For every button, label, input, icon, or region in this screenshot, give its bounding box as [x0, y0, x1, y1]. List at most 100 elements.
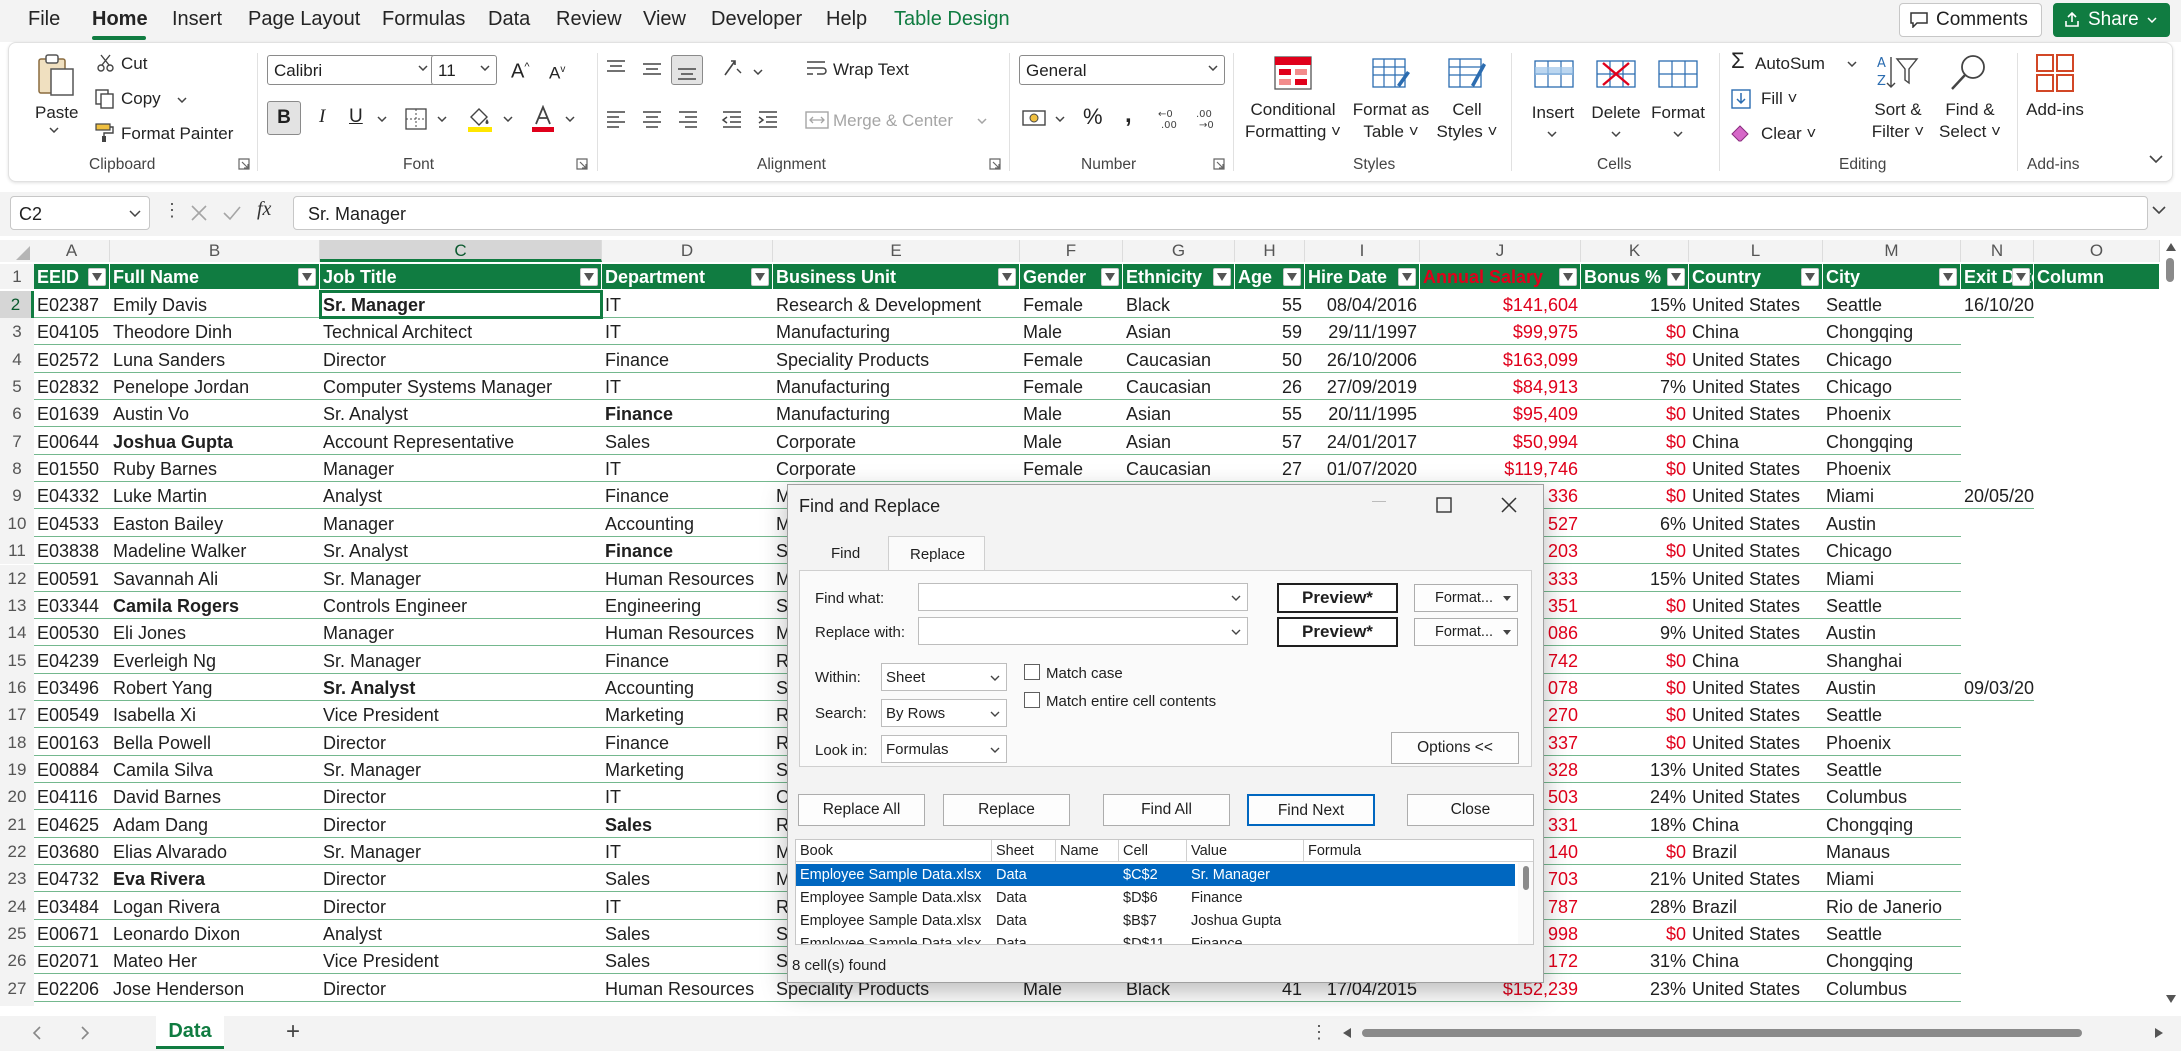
table-cell[interactable]: E04732 — [34, 865, 110, 893]
search-select[interactable]: By Rows — [881, 699, 1007, 727]
results-column-header[interactable]: Value — [1187, 840, 1304, 862]
table-cell[interactable]: Sr. Analyst — [320, 674, 602, 701]
results-column-header[interactable]: Name — [1056, 840, 1119, 862]
table-cell[interactable]: Chongqing — [1823, 428, 1961, 455]
table-cell[interactable]: Sales — [602, 865, 773, 893]
increase-indent-icon[interactable] — [757, 109, 779, 129]
table-cell[interactable]: 31% — [1581, 947, 1689, 975]
table-cell[interactable]: 55 — [1235, 291, 1305, 318]
table-cell[interactable]: $0 — [1581, 838, 1689, 865]
table-cell[interactable]: IT — [602, 783, 773, 811]
table-cell[interactable]: Asian — [1123, 318, 1235, 346]
table-cell[interactable]: Robert Yang — [110, 674, 320, 701]
dialog-launcher-icon[interactable] — [989, 158, 1001, 170]
collapse-ribbon-icon[interactable] — [2149, 155, 2163, 163]
delete-button[interactable]: Delete — [1583, 103, 1649, 123]
cell-styles-button[interactable]: Cell — [1435, 100, 1499, 120]
table-cell[interactable]: E04545 — [34, 1002, 110, 1006]
fill-color-icon[interactable] — [467, 105, 493, 133]
table-cell[interactable]: Chicago — [1823, 373, 1961, 401]
table-cell[interactable]: Camila Rogers — [110, 592, 320, 619]
row-header[interactable]: 11 — [0, 537, 34, 565]
table-cell[interactable]: 59 — [1235, 318, 1305, 346]
table-cell[interactable]: Director — [320, 346, 602, 373]
table-cell[interactable]: IT — [602, 893, 773, 920]
table-cell[interactable]: Abigail Mejia — [110, 1002, 320, 1006]
table-cell[interactable]: Theodore Dinh — [110, 318, 320, 346]
table-cell[interactable]: Engineering — [602, 1002, 773, 1006]
filter-dropdown-icon[interactable] — [1283, 268, 1301, 286]
table-cell[interactable]: Austin Vo — [110, 400, 320, 428]
chevron-down-icon[interactable] — [1231, 595, 1241, 601]
table-cell[interactable]: Chongqing — [1823, 811, 1961, 838]
table-cell[interactable]: Phoenix — [1823, 400, 1961, 428]
table-cell[interactable]: Manufacturing — [773, 373, 1020, 401]
table-cell[interactable]: Eva Rivera — [110, 865, 320, 893]
table-cell[interactable]: 21% — [1581, 865, 1689, 893]
column-header-i[interactable]: I — [1305, 240, 1420, 262]
row-header[interactable]: 8 — [0, 455, 34, 483]
chevron-down-icon[interactable] — [1611, 131, 1621, 137]
row-header[interactable]: 24 — [0, 892, 34, 921]
filter-dropdown-icon[interactable] — [1101, 268, 1119, 286]
table-cell[interactable]: United States — [1689, 565, 1823, 592]
table-cell[interactable]: E01550 — [34, 455, 110, 483]
table-cell[interactable]: Sr. Manager — [320, 291, 602, 318]
row-header[interactable]: 16 — [0, 673, 34, 702]
table-header-cell[interactable]: Gender — [1020, 264, 1123, 289]
menu-insert[interactable]: Insert — [172, 8, 222, 31]
table-cell[interactable]: Sr. Manager — [320, 756, 602, 783]
table-header-cell[interactable]: City — [1823, 264, 1961, 289]
table-cell[interactable]: 01/07/2020 — [1305, 455, 1420, 483]
table-cell[interactable]: E00163 — [34, 729, 110, 756]
table-cell[interactable]: Leonardo Dixon — [110, 920, 320, 948]
column-header-f[interactable]: F — [1020, 240, 1123, 262]
copy-button[interactable]: Copy — [121, 89, 161, 109]
wrap-text-button[interactable]: Wrap Text — [833, 60, 909, 80]
table-cell[interactable]: 26 — [1235, 373, 1305, 401]
menu-help[interactable]: Help — [826, 8, 867, 31]
table-cell[interactable]: E00591 — [34, 565, 110, 592]
table-cell[interactable]: $0 — [1581, 455, 1689, 483]
table-cell[interactable]: E02206 — [34, 975, 110, 1002]
table-cell[interactable]: E04239 — [34, 647, 110, 674]
table-cell[interactable]: Madeline Walker — [110, 537, 320, 565]
table-cell[interactable]: 20/11/1995 — [1305, 400, 1420, 428]
table-cell[interactable]: Corporate — [773, 455, 1020, 483]
options-button[interactable]: Options << — [1391, 732, 1519, 764]
row-header[interactable]: 18 — [0, 728, 34, 756]
table-cell[interactable]: E02572 — [34, 346, 110, 373]
scroll-left-icon[interactable] — [1342, 1027, 1352, 1039]
row-header[interactable]: 23 — [0, 865, 34, 893]
results-row[interactable]: Employee Sample Data.xlsx Data $C$2 Sr. Man… — [796, 864, 1515, 886]
filter-dropdown-icon[interactable] — [1801, 268, 1819, 286]
filter-dropdown-icon[interactable] — [580, 268, 598, 286]
table-cell[interactable]: United States — [1689, 619, 1823, 647]
table-cell[interactable]: Sr. Manager — [320, 565, 602, 592]
table-cell[interactable]: Brazil — [1689, 838, 1823, 865]
table-cell[interactable]: $95,409 — [1420, 400, 1581, 428]
format-painter-button[interactable]: Format Painter — [121, 124, 233, 144]
table-cell[interactable]: 6% — [1581, 510, 1689, 537]
italic-button[interactable]: I — [319, 107, 325, 127]
table-cell[interactable]: 15% — [1581, 291, 1689, 318]
table-cell[interactable]: Adam Dang — [110, 811, 320, 838]
table-cell[interactable]: China — [1689, 428, 1823, 455]
dialog-launcher-icon[interactable] — [1213, 158, 1225, 170]
chevron-down-icon[interactable] — [1055, 116, 1065, 122]
chevron-down-icon[interactable] — [49, 127, 59, 133]
table-cell[interactable]: Caucasian — [1123, 373, 1235, 401]
table-cell[interactable]: Director — [320, 865, 602, 893]
decrease-indent-icon[interactable] — [721, 109, 743, 129]
orientation-icon[interactable] — [721, 57, 745, 79]
table-cell[interactable]: Rio de Janerio — [1823, 893, 1961, 920]
menu-view[interactable]: View — [643, 8, 686, 31]
chevron-down-icon[interactable] — [177, 97, 187, 103]
table-cell[interactable]: Finance — [602, 346, 773, 373]
table-cell[interactable]: Penelope Jordan — [110, 373, 320, 401]
table-cell[interactable]: E02071 — [34, 947, 110, 975]
table-cell[interactable]: Sr. Manager — [320, 647, 602, 674]
comma-style-icon[interactable]: , — [1125, 103, 1132, 127]
table-cell[interactable]: $141,604 — [1420, 291, 1581, 318]
menu-developer[interactable]: Developer — [711, 8, 802, 31]
